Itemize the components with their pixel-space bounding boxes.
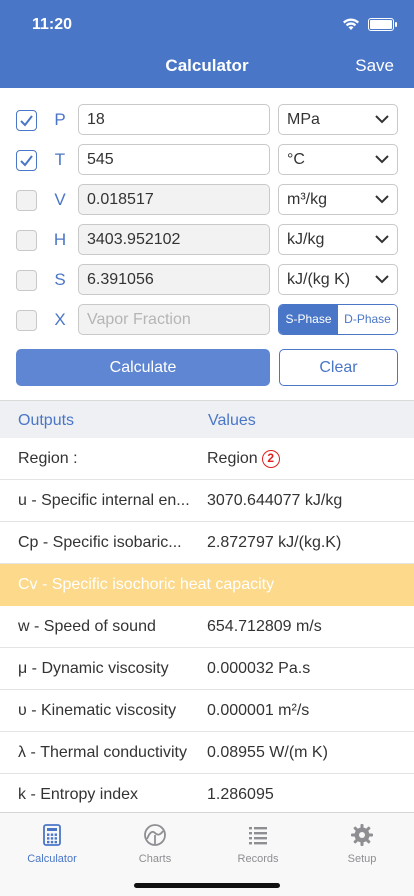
output-value: Region 2 bbox=[207, 450, 280, 468]
unit-value: m³/kg bbox=[287, 191, 327, 208]
output-row[interactable]: u - Specific internal en... 3070.644077 … bbox=[0, 480, 414, 522]
variable-label-v: V bbox=[54, 190, 66, 209]
tab-charts[interactable]: Charts bbox=[115, 823, 195, 865]
page-title: Calculator bbox=[165, 56, 249, 75]
output-name: Cp - Specific isobaric... bbox=[18, 534, 182, 551]
input-row-s: S 6.391056 kJ/(kg K) bbox=[0, 264, 414, 296]
wifi-icon bbox=[343, 18, 359, 30]
pressure-input[interactable]: 18 bbox=[78, 104, 270, 135]
output-name: k - Entropy index bbox=[18, 786, 139, 803]
tab-label: Charts bbox=[138, 853, 172, 865]
input-row-p: P 18 MPa bbox=[0, 104, 414, 136]
list-icon bbox=[249, 827, 267, 845]
tab-label: Calculator bbox=[27, 853, 77, 865]
region-number-badge: 2 bbox=[261, 450, 280, 468]
checkbox-x[interactable] bbox=[16, 310, 37, 331]
chevron-down-icon bbox=[375, 275, 389, 284]
tab-setup[interactable]: Setup bbox=[322, 823, 402, 865]
unit-value: °C bbox=[287, 151, 305, 168]
output-value: 2.872797 kJ/(kg.K) bbox=[207, 534, 342, 551]
input-row-x: X Vapor Fraction S-Phase D-Phase bbox=[0, 304, 414, 336]
checkmark-icon bbox=[20, 115, 33, 127]
output-name: u - Specific internal en... bbox=[18, 492, 190, 509]
output-row[interactable]: μ - Dynamic viscosity 0.000032 Pa.s bbox=[0, 648, 414, 690]
tab-label: Setup bbox=[347, 853, 377, 865]
checkbox-h[interactable] bbox=[16, 230, 37, 251]
variable-label-s: S bbox=[54, 270, 66, 289]
outputs-header: Outputs Values bbox=[0, 400, 414, 438]
tab-label: Records bbox=[237, 853, 279, 865]
output-value: 0.000001 m²/s bbox=[207, 702, 310, 719]
chevron-down-icon bbox=[375, 115, 389, 124]
vapor-fraction-input[interactable]: Vapor Fraction bbox=[78, 304, 270, 335]
battery-icon bbox=[368, 17, 397, 31]
output-name: Cv - Specific isochoric heat capacity bbox=[18, 576, 275, 593]
outputs-column-header: Outputs bbox=[18, 412, 75, 429]
output-name: υ - Kinematic viscosity bbox=[18, 702, 177, 719]
nav-header: 11:20 Calculator Save bbox=[0, 0, 414, 88]
output-row[interactable]: λ - Thermal conductivity 0.08955 W/(m K) bbox=[0, 732, 414, 774]
unit-value: kJ/kg bbox=[287, 231, 325, 248]
variable-label-t: T bbox=[54, 150, 66, 169]
temperature-unit-select[interactable]: °C bbox=[278, 144, 398, 175]
tab-calculator[interactable]: Calculator bbox=[12, 823, 92, 865]
region-row[interactable]: Region : Region 2 bbox=[0, 438, 414, 480]
chart-gauge-icon bbox=[144, 824, 166, 846]
checkbox-v[interactable] bbox=[16, 190, 37, 211]
variable-label-x: X bbox=[54, 310, 66, 329]
chevron-down-icon bbox=[375, 155, 389, 164]
chevron-down-icon bbox=[375, 235, 389, 244]
output-name: Region : bbox=[18, 450, 78, 467]
unit-value: kJ/(kg K) bbox=[287, 271, 351, 288]
output-row[interactable]: w - Speed of sound 654.712809 m/s bbox=[0, 606, 414, 648]
calculate-button[interactable]: Calculate bbox=[16, 349, 270, 386]
output-name: w - Speed of sound bbox=[18, 618, 156, 635]
chevron-down-icon bbox=[375, 195, 389, 204]
clear-button[interactable]: Clear bbox=[279, 349, 398, 386]
output-row-highlighted[interactable]: Cv - Specific isochoric heat capacity bbox=[0, 564, 414, 606]
output-name: λ - Thermal conductivity bbox=[18, 744, 187, 761]
tab-records[interactable]: Records bbox=[218, 823, 298, 865]
enthalpy-unit-select[interactable]: kJ/kg bbox=[278, 224, 398, 255]
output-value: 3070.644077 kJ/kg bbox=[207, 492, 343, 509]
input-row-h: H 3403.952102 kJ/kg bbox=[0, 224, 414, 256]
status-icons bbox=[342, 17, 397, 31]
checkmark-icon bbox=[20, 155, 33, 167]
variable-label-p: P bbox=[54, 110, 66, 129]
enthalpy-input[interactable]: 3403.952102 bbox=[78, 224, 270, 255]
checkbox-s[interactable] bbox=[16, 270, 37, 291]
pressure-unit-select[interactable]: MPa bbox=[278, 104, 398, 135]
phase-segmented-control: S-Phase D-Phase bbox=[278, 304, 398, 335]
entropy-input[interactable]: 6.391056 bbox=[78, 264, 270, 295]
unit-value: MPa bbox=[287, 111, 320, 128]
output-value: 1.286095 bbox=[207, 786, 274, 803]
status-time: 11:20 bbox=[32, 16, 73, 33]
checkbox-p[interactable] bbox=[16, 110, 37, 131]
output-value: 0.08955 W/(m K) bbox=[207, 744, 328, 761]
output-row[interactable]: k - Entropy index 1.286095 bbox=[0, 774, 414, 816]
entropy-unit-select[interactable]: kJ/(kg K) bbox=[278, 264, 398, 295]
values-column-header: Values bbox=[208, 412, 256, 429]
output-row[interactable]: Cp - Specific isobaric... 2.872797 kJ/(k… bbox=[0, 522, 414, 564]
save-button[interactable]: Save bbox=[355, 56, 394, 76]
calculator-icon bbox=[43, 824, 61, 846]
output-row[interactable]: υ - Kinematic viscosity 0.000001 m²/s bbox=[0, 690, 414, 732]
specific-volume-input[interactable]: 0.018517 bbox=[78, 184, 270, 215]
input-row-v: V 0.018517 m³/kg bbox=[0, 184, 414, 216]
variable-label-h: H bbox=[53, 230, 67, 249]
output-value: 0.000032 Pa.s bbox=[207, 660, 311, 677]
input-row-t: T 545 °C bbox=[0, 144, 414, 176]
temperature-input[interactable]: 545 bbox=[78, 144, 270, 175]
volume-unit-select[interactable]: m³/kg bbox=[278, 184, 398, 215]
gear-icon bbox=[351, 824, 373, 846]
d-phase-segment[interactable]: D-Phase bbox=[338, 305, 397, 334]
s-phase-segment[interactable]: S-Phase bbox=[279, 305, 338, 334]
output-value: 654.712809 m/s bbox=[207, 618, 322, 635]
checkbox-t[interactable] bbox=[16, 150, 37, 171]
output-name: μ - Dynamic viscosity bbox=[18, 660, 169, 677]
home-indicator bbox=[134, 883, 280, 888]
region-value: Region bbox=[207, 450, 258, 467]
